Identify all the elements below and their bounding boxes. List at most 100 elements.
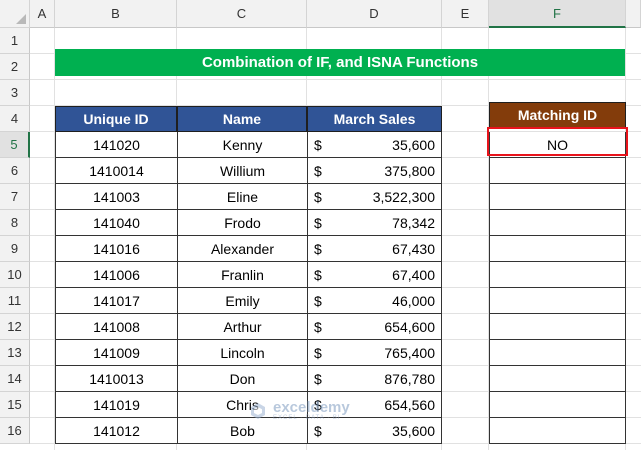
cell-march-sales[interactable]: $765,400 xyxy=(307,340,442,366)
cell-march-sales[interactable]: $654,600 xyxy=(307,314,442,340)
row-header-15[interactable]: 15 xyxy=(0,392,30,418)
cell-matching-id[interactable] xyxy=(489,184,626,210)
cell-name[interactable]: Don xyxy=(177,366,307,392)
column-header-E[interactable]: E xyxy=(442,0,489,28)
cell-name[interactable]: Arthur xyxy=(177,314,307,340)
column-header-filler xyxy=(626,0,641,28)
cell-unique-id[interactable]: 1410014 xyxy=(55,158,177,184)
sales-amount: 876,780 xyxy=(384,370,435,387)
sales-amount: 67,430 xyxy=(392,240,435,257)
sales-amount: 67,400 xyxy=(392,266,435,283)
sales-amount: 765,400 xyxy=(384,344,435,361)
column-header-B[interactable]: B xyxy=(55,0,177,28)
currency-symbol: $ xyxy=(314,214,322,231)
cell-matching-id[interactable] xyxy=(489,288,626,314)
currency-symbol: $ xyxy=(314,188,322,205)
row-header-4[interactable]: 4 xyxy=(0,106,30,132)
sales-amount: 654,560 xyxy=(384,396,435,413)
sales-amount: 35,600 xyxy=(392,136,435,153)
cell-name[interactable]: Bob xyxy=(177,418,307,444)
select-all-triangle-icon xyxy=(16,14,26,24)
cell-march-sales[interactable]: $3,522,300 xyxy=(307,184,442,210)
cell-matching-id[interactable] xyxy=(489,262,626,288)
cell-unique-id[interactable]: 141020 xyxy=(55,132,177,158)
cell-matching-id[interactable] xyxy=(489,210,626,236)
cell-name[interactable]: Eline xyxy=(177,184,307,210)
row-header-2[interactable]: 2 xyxy=(0,54,30,80)
cell-unique-id[interactable]: 1410013 xyxy=(55,366,177,392)
cell-unique-id[interactable]: 141009 xyxy=(55,340,177,366)
row-header-10[interactable]: 10 xyxy=(0,262,30,288)
cell-unique-id[interactable]: 141040 xyxy=(55,210,177,236)
sales-amount: 78,342 xyxy=(392,214,435,231)
row-header-3[interactable]: 3 xyxy=(0,80,30,106)
currency-symbol: $ xyxy=(314,344,322,361)
cell-matching-id[interactable] xyxy=(489,340,626,366)
cell-march-sales[interactable]: $67,430 xyxy=(307,236,442,262)
sales-amount: 375,800 xyxy=(384,162,435,179)
row-header-16[interactable]: 16 xyxy=(0,418,30,444)
currency-symbol: $ xyxy=(314,266,322,283)
cell-matching-id[interactable] xyxy=(489,314,626,340)
cell-march-sales[interactable]: $876,780 xyxy=(307,366,442,392)
cell-name[interactable]: Kenny xyxy=(177,132,307,158)
cell-march-sales[interactable]: $78,342 xyxy=(307,210,442,236)
matching-id-header[interactable]: Matching ID xyxy=(489,102,626,128)
column-header-F[interactable]: F xyxy=(489,0,626,28)
row-header-5[interactable]: 5 xyxy=(0,132,30,158)
sales-amount: 35,600 xyxy=(392,422,435,439)
row-header-11[interactable]: 11 xyxy=(0,288,30,314)
row-header-1[interactable]: 1 xyxy=(0,28,30,54)
cell-march-sales[interactable]: $375,800 xyxy=(307,158,442,184)
row-header-6[interactable]: 6 xyxy=(0,158,30,184)
row-header-12[interactable]: 12 xyxy=(0,314,30,340)
cell-matching-id[interactable] xyxy=(489,158,626,184)
table-header-march-sales[interactable]: March Sales xyxy=(307,106,442,132)
cell-matching-id[interactable] xyxy=(489,418,626,444)
select-all-corner[interactable] xyxy=(0,0,30,28)
watermark-tagline: EXCEL · DATA · BI xyxy=(273,415,341,421)
gridline-horizontal xyxy=(30,79,641,80)
cell-matching-id[interactable]: NO xyxy=(489,132,626,158)
cell-unique-id[interactable]: 141017 xyxy=(55,288,177,314)
column-header-D[interactable]: D xyxy=(307,0,442,28)
row-header-9[interactable]: 9 xyxy=(0,236,30,262)
row-header-13[interactable]: 13 xyxy=(0,340,30,366)
cell-march-sales[interactable]: $67,400 xyxy=(307,262,442,288)
currency-symbol: $ xyxy=(314,422,322,439)
cell-unique-id[interactable]: 141003 xyxy=(55,184,177,210)
cell-name[interactable]: Frodo xyxy=(177,210,307,236)
cell-march-sales[interactable]: $35,600 xyxy=(307,132,442,158)
cell-name[interactable]: Franlin xyxy=(177,262,307,288)
column-header-C[interactable]: C xyxy=(177,0,307,28)
currency-symbol: $ xyxy=(314,292,322,309)
sales-amount: 46,000 xyxy=(392,292,435,309)
table-header-name[interactable]: Name xyxy=(177,106,307,132)
cell-unique-id[interactable]: 141006 xyxy=(55,262,177,288)
row-header-8[interactable]: 8 xyxy=(0,210,30,236)
currency-symbol: $ xyxy=(314,318,322,335)
cell-matching-id[interactable] xyxy=(489,392,626,418)
watermark-brand: exceldemy xyxy=(273,399,350,416)
spreadsheet: ABCDEF 1 2 3 4 5 6 7 8 9 10 11 12 13 14 15 16 Combinati… xyxy=(0,0,641,450)
currency-symbol: $ xyxy=(314,136,322,153)
cell-march-sales[interactable]: $46,000 xyxy=(307,288,442,314)
row-header-7[interactable]: 7 xyxy=(0,184,30,210)
cell-name[interactable]: Alexander xyxy=(177,236,307,262)
cell-name[interactable]: Willium xyxy=(177,158,307,184)
row-header-14[interactable]: 14 xyxy=(0,366,30,392)
cell-unique-id[interactable]: 141016 xyxy=(55,236,177,262)
table-header-unique-id[interactable]: Unique ID xyxy=(55,106,177,132)
cell-matching-id[interactable] xyxy=(489,236,626,262)
cell-unique-id[interactable]: 141012 xyxy=(55,418,177,444)
cell-matching-id[interactable] xyxy=(489,366,626,392)
cell-unique-id[interactable]: 141019 xyxy=(55,392,177,418)
sales-amount: 654,600 xyxy=(384,318,435,335)
sales-amount: 3,522,300 xyxy=(372,188,435,205)
cell-unique-id[interactable]: 141008 xyxy=(55,314,177,340)
cell-name[interactable]: Emily xyxy=(177,288,307,314)
cell-name[interactable]: Lincoln xyxy=(177,340,307,366)
column-header-A[interactable]: A xyxy=(30,0,55,28)
cell-march-sales[interactable]: $35,600 xyxy=(307,418,442,444)
title-banner: Combination of IF, and ISNA Functions xyxy=(55,49,625,76)
